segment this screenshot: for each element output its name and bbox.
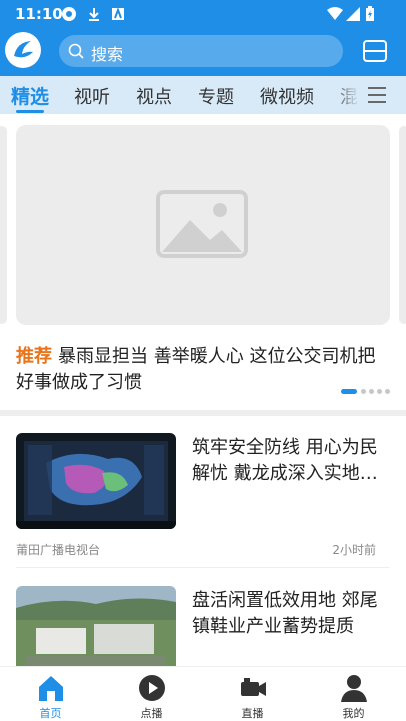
news-time: 2小时前 — [332, 543, 376, 557]
carousel-next-card[interactable] — [399, 126, 406, 324]
wifi-icon — [327, 7, 343, 20]
news-title: 盘活闲置低效用地 郊尾镇鞋业产业蓄势提质 — [192, 590, 378, 637]
play-icon — [139, 675, 165, 701]
home-icon — [39, 676, 63, 701]
carousel-headline[interactable]: 推荐 暴雨显担当 善举暖人心 这位公交司机把好事做成了习惯 — [16, 344, 392, 396]
section-divider — [0, 410, 406, 416]
download-status-icon — [89, 8, 99, 21]
top-bar: 11:10 搜索 — [0, 0, 406, 76]
tab-micro-video[interactable]: 微视频 — [260, 83, 314, 109]
tab-featured[interactable]: 精选 — [11, 82, 49, 109]
app-header: 搜索 — [0, 28, 406, 76]
bottom-navigation: 首页 点播 直播 我的 — [0, 666, 406, 721]
logo-icon — [6, 33, 40, 67]
news-title: 筑牢安全防线 用心为民解忧 戴龙成深入实地… — [192, 437, 378, 484]
status-time: 11:10 — [15, 5, 63, 23]
carousel-dot — [361, 389, 366, 394]
app-status-icon — [112, 7, 124, 20]
search-bar[interactable]: 搜索 — [59, 35, 343, 67]
active-tab-indicator — [16, 110, 44, 113]
nav-profile-label: 我的 — [342, 707, 365, 720]
news-source: 莆田广播电视台 — [16, 543, 101, 557]
menu-icon[interactable] — [366, 84, 388, 106]
nav-home-label: 首页 — [39, 707, 62, 720]
carousel-dot — [377, 389, 382, 394]
nav-vod[interactable]: 点播 — [101, 667, 202, 721]
signal-icon — [346, 7, 360, 21]
battery-icon — [366, 6, 374, 21]
category-tabs: 精选 视听 视点 专题 微视频 混 — [0, 76, 406, 114]
carousel-image[interactable] — [16, 125, 390, 325]
tab-topics[interactable]: 专题 — [198, 83, 234, 109]
news-item[interactable]: 筑牢安全防线 用心为民解忧 戴龙成深入实地… 莆田广播电视台 2小时前 — [16, 433, 390, 568]
nav-live[interactable]: 直播 — [202, 667, 303, 721]
video-camera-icon — [241, 678, 266, 696]
app-logo[interactable] — [5, 32, 41, 68]
carousel-headline-text: 暴雨显担当 善举暖人心 这位公交司机把好事做成了习惯 — [16, 346, 376, 393]
carousel-dot — [369, 389, 374, 394]
tab-viewpoint[interactable]: 视点 — [136, 83, 172, 109]
news-separator — [16, 567, 390, 568]
carousel-dot — [385, 389, 390, 394]
recommend-tag: 推荐 — [16, 346, 52, 367]
nav-live-label: 直播 — [241, 707, 264, 720]
nav-profile[interactable]: 我的 — [303, 667, 404, 721]
tabs-fade — [330, 76, 360, 114]
user-icon — [341, 675, 367, 702]
scan-icon[interactable] — [362, 38, 388, 64]
news-thumbnail — [16, 433, 176, 529]
tab-audiovisual[interactable]: 视听 — [74, 83, 110, 109]
carousel-dot-active — [341, 389, 357, 394]
news-item[interactable]: 盘活闲置低效用地 郊尾镇鞋业产业蓄势提质 — [16, 586, 390, 682]
nav-vod-label: 点播 — [140, 707, 163, 720]
carousel-prev-card[interactable] — [0, 126, 7, 324]
search-icon — [68, 43, 84, 59]
search-placeholder: 搜索 — [91, 45, 124, 64]
status-bar: 11:10 — [0, 0, 406, 28]
image-placeholder-icon — [156, 190, 248, 258]
nav-home[interactable]: 首页 — [0, 667, 101, 721]
settings-status-icon — [62, 7, 76, 21]
